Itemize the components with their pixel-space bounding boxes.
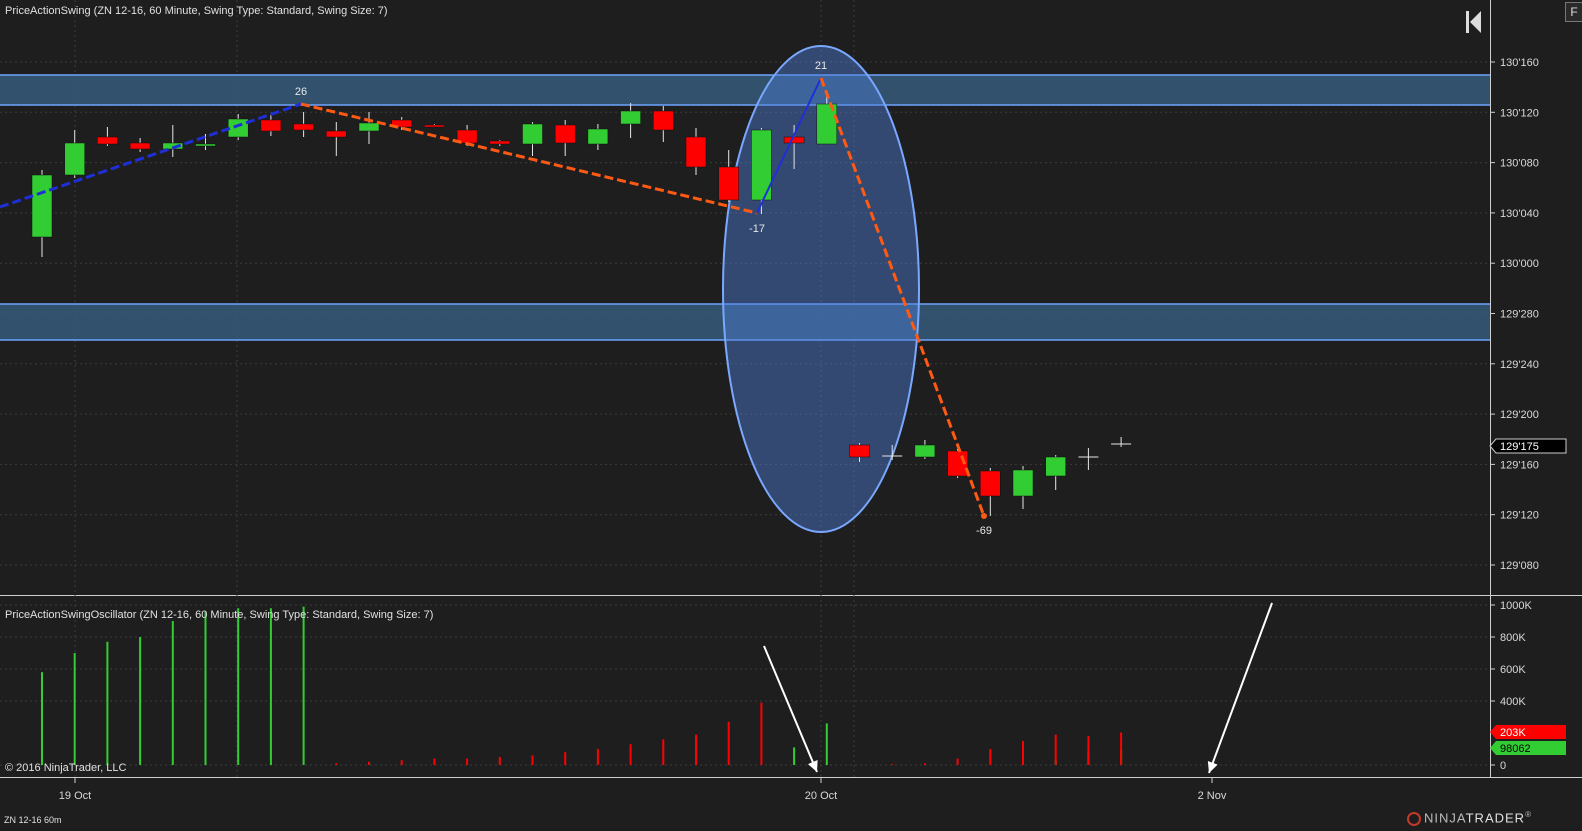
arrow-shaft (763, 645, 818, 773)
price-tick-label: 129'200 (1500, 409, 1539, 421)
candle (424, 124, 445, 128)
candle (293, 112, 314, 137)
annotation-arrows (763, 602, 1273, 774)
candle-body (195, 143, 216, 147)
candle (326, 122, 347, 156)
oscillator-bars (41, 606, 1123, 765)
candle (162, 125, 184, 157)
candle-body (587, 128, 609, 145)
candle-body (227, 118, 249, 138)
copyright-text: © 2016 NinjaTrader, LLC (5, 762, 127, 774)
price-tick-label: 130'080 (1500, 158, 1539, 170)
price-tick-label: 130'160 (1500, 57, 1539, 69)
price-tick-label: 130'000 (1500, 258, 1539, 270)
annotation-arrow (763, 645, 818, 773)
brand-logo: NINJATRADER® (1407, 810, 1532, 826)
osc-value-label: 203K (1500, 727, 1526, 739)
candle-body (1012, 469, 1034, 497)
brand-logo-icon (1407, 811, 1421, 826)
oscillator-panel-title: PriceActionSwingOscillator (ZN 12-16, 60… (5, 609, 434, 621)
candle-body (849, 444, 870, 458)
arrow-shaft (1208, 602, 1273, 774)
candle (358, 112, 380, 144)
candle-body (522, 123, 543, 145)
time-tick-label: 2 Nov (1198, 790, 1227, 802)
candle (914, 440, 936, 459)
price-tick-label: 129'240 (1500, 359, 1539, 371)
price-panel-title: PriceActionSwing (ZN 12-16, 60 Minute, S… (5, 5, 388, 17)
annotation-arrow (1207, 602, 1273, 774)
osc-value-label: 98062 (1500, 743, 1531, 755)
candle (64, 130, 85, 178)
candle-body (685, 136, 707, 168)
candle-body (620, 110, 641, 125)
price-tick-label: 129'160 (1500, 459, 1539, 471)
trademark: ® (1525, 810, 1532, 819)
candle-body (424, 124, 445, 128)
candle (1111, 437, 1132, 447)
candle-body (326, 130, 347, 138)
instrument-label: ZN 12-16 60m (4, 815, 62, 825)
price-tick-label: 129'080 (1500, 560, 1539, 572)
brand-right: TRADER (1465, 810, 1526, 826)
candle-body (97, 136, 118, 145)
candle (391, 117, 412, 130)
candle (653, 106, 674, 142)
up-swing-line (0, 102, 302, 209)
osc-tick-label: 600K (1500, 664, 1526, 676)
candle (718, 150, 739, 202)
candle-body (31, 174, 53, 238)
chart-canvas: 26 -17 21 -69 130'160 130'120 130'080 130'040 1… (0, 0, 1582, 802)
osc-tick-label: 800K (1500, 632, 1526, 644)
candle-body (980, 470, 1001, 497)
candle-body (489, 140, 511, 145)
time-tick-label: 19 Oct (59, 790, 91, 802)
skip-to-start-icon-glyph (1466, 11, 1481, 33)
candle (980, 468, 1001, 516)
candle-body (1045, 456, 1066, 477)
osc-tick-label: 1000K (1500, 600, 1532, 612)
candle (129, 138, 151, 152)
candle (685, 128, 707, 175)
candle-body (653, 110, 674, 131)
last-price-label: 129'175 (1500, 441, 1539, 453)
brand-left: NINJA (1424, 810, 1466, 826)
candle (31, 170, 53, 257)
swing-label: -17 (749, 223, 765, 235)
candle (554, 120, 576, 156)
osc-tick-label: 400K (1500, 696, 1526, 708)
candle (620, 103, 641, 138)
price-zone (0, 75, 1490, 105)
candle (1012, 466, 1034, 509)
swing-label: 21 (815, 60, 827, 72)
f-button[interactable]: F (1565, 2, 1582, 22)
candle (1045, 455, 1066, 490)
candle (1078, 448, 1099, 470)
price-tick-label: 130'120 (1500, 107, 1539, 119)
time-tick-label: 20 Oct (805, 790, 837, 802)
swing-label: -69 (976, 525, 992, 537)
candle (195, 134, 216, 150)
swing-label: 26 (295, 86, 307, 98)
candle-body (260, 119, 282, 132)
candle-body (358, 122, 380, 132)
price-tick-label: 130'040 (1500, 208, 1539, 220)
candle-body (914, 444, 936, 458)
candle (97, 127, 118, 146)
candle-body (129, 142, 151, 150)
candle-body (293, 123, 314, 131)
candle (489, 140, 511, 146)
price-tick-label: 129'280 (1500, 309, 1539, 321)
candle-body (718, 166, 739, 201)
price-tick-label: 129'120 (1500, 510, 1539, 522)
skip-to-start-icon[interactable] (1466, 11, 1482, 33)
candle-body (783, 136, 805, 144)
candle (587, 124, 609, 150)
candle (522, 122, 543, 156)
candle-body (554, 124, 576, 144)
swing-point (981, 513, 987, 519)
candle-body (64, 142, 85, 176)
osc-tick-label: 0 (1500, 760, 1506, 772)
